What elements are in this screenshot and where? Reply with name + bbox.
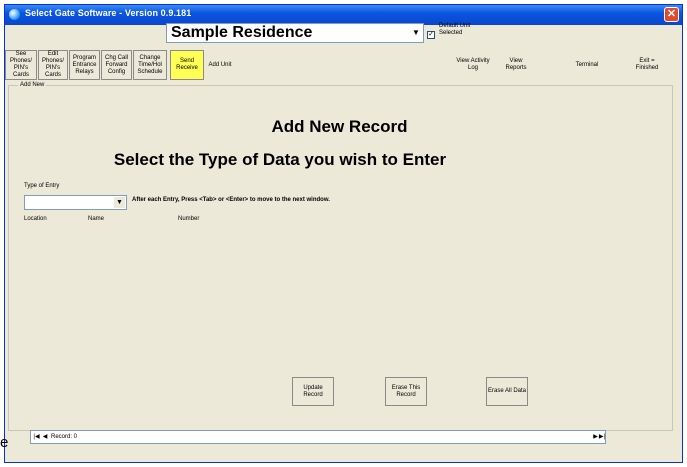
change-schedule-button[interactable]: Change Time/Hol Schedule xyxy=(133,50,167,80)
type-of-entry-select[interactable]: ▼ xyxy=(24,195,127,210)
program-relays-button[interactable]: Program Entrance Relays xyxy=(69,50,100,80)
column-header-location: Location xyxy=(24,216,47,222)
view-reports-button[interactable]: View Reports xyxy=(498,50,534,80)
chevron-down-icon[interactable]: ▼ xyxy=(410,24,422,42)
erase-all-data-button[interactable]: Erase All Data xyxy=(486,377,528,406)
add-unit-button[interactable]: Add Unit xyxy=(206,50,234,80)
chevron-down-icon[interactable]: ▼ xyxy=(114,197,125,208)
window-title: Select Gate Software - Version 0.9.181 xyxy=(25,8,192,18)
stray-text: e xyxy=(0,434,9,451)
column-header-number: Number xyxy=(178,216,200,222)
previous-record-button[interactable]: ◀ xyxy=(41,432,49,442)
edit-phones-button[interactable]: Edit Phones/ PIN's Cards xyxy=(38,50,68,80)
last-record-button[interactable]: ▶| xyxy=(598,432,606,442)
exit-button[interactable]: Exit = Finished xyxy=(627,50,667,80)
record-indicator: Record: 0 xyxy=(51,434,78,440)
view-activity-log-button[interactable]: View Activity Log xyxy=(455,50,491,80)
first-record-button[interactable]: |◀ xyxy=(32,432,41,442)
title-bar[interactable]: Select Gate Software - Version 0.9.181 ✕ xyxy=(5,5,682,25)
terminal-button[interactable]: Terminal xyxy=(567,50,607,80)
erase-record-button[interactable]: Erase This Record xyxy=(385,377,427,406)
app-icon xyxy=(9,9,20,20)
entry-hint: After each Entry, Press <Tab> or <Enter>… xyxy=(132,197,330,203)
default-unit-checkbox[interactable]: ✓ xyxy=(427,31,435,39)
record-navigator: |◀ ◀ Record: 0 ▶ ▶| xyxy=(30,430,606,444)
send-receive-button[interactable]: Send Receive xyxy=(170,50,204,80)
column-header-name: Name xyxy=(88,216,105,222)
page-title: Add New Record xyxy=(271,117,408,136)
group-label: Add New xyxy=(18,82,47,88)
see-phones-button[interactable]: See Phones/ PIN's Cards xyxy=(5,50,37,80)
default-unit-label: Default Unit Selected xyxy=(439,23,471,36)
residence-select[interactable]: Sample Residence xyxy=(166,23,424,43)
page-subtitle: Select the Type of Data you wish to Ente… xyxy=(113,150,447,169)
update-record-button[interactable]: Update Record xyxy=(292,377,334,406)
type-of-entry-label: Type of Entry xyxy=(24,183,60,189)
close-button[interactable]: ✕ xyxy=(664,7,679,22)
call-forward-config-button[interactable]: Chg Call Forward Config xyxy=(101,50,132,80)
